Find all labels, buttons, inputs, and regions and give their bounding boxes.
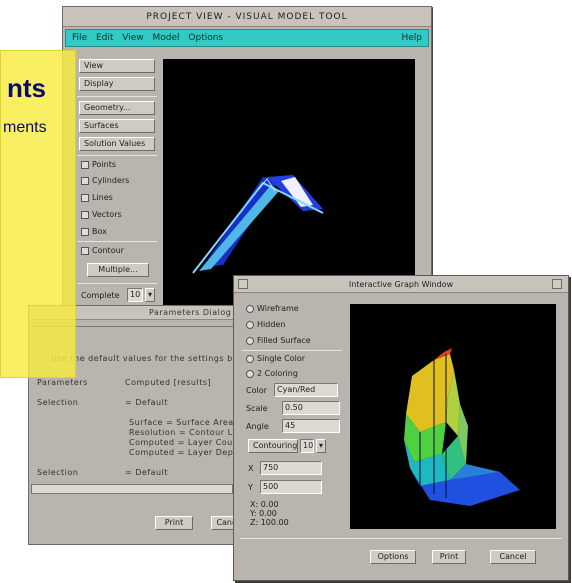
main-window-title: PROJECT VIEW - VISUAL MODEL TOOL — [63, 7, 431, 27]
render-viewport[interactable] — [163, 59, 415, 305]
menu-help[interactable]: Help — [401, 30, 422, 46]
contouring-field[interactable]: 10 — [300, 439, 314, 453]
separator — [77, 241, 157, 242]
complete-spinner-button[interactable]: ▾ — [145, 288, 155, 302]
separator — [77, 155, 157, 156]
row-label: Selection — [37, 398, 79, 407]
option-points[interactable]: Points — [81, 159, 116, 171]
option-cylinders[interactable]: Cylinders — [81, 175, 129, 187]
coord-z: Z: 100.00 — [250, 518, 289, 527]
graph-window-title: Interactive Graph Window — [234, 276, 568, 293]
multiple-button[interactable]: Multiple... — [87, 263, 149, 277]
radio-filled-surface[interactable]: Filled Surface — [246, 336, 311, 345]
option-lines[interactable]: Lines — [81, 192, 113, 204]
callout-subtitle: ments — [3, 119, 47, 136]
separator — [77, 283, 157, 284]
menu-options[interactable]: Options — [188, 30, 223, 46]
row-value: Surface = Surface Area — [129, 418, 234, 427]
horizontal-scrollbar[interactable] — [31, 484, 233, 494]
option-vectors[interactable]: Vectors — [81, 209, 122, 221]
row-value: Computed = Layer Depth — [129, 448, 243, 457]
main-window: PROJECT VIEW - VISUAL MODEL TOOL File Ed… — [62, 6, 432, 306]
row-value: = Default — [125, 468, 168, 477]
coord-x: X: 0.00 — [250, 500, 279, 509]
display-button[interactable]: Display — [79, 77, 155, 91]
radio-2-coloring[interactable]: 2 Coloring — [246, 369, 298, 378]
y-label: Y — [248, 483, 253, 492]
graph-window: Interactive Graph Window Wireframe Hidde… — [233, 275, 569, 581]
y-field[interactable]: 500 — [260, 480, 322, 494]
angle-label: Angle — [246, 422, 269, 431]
color-select[interactable]: Cyan/Red — [274, 383, 338, 397]
solution-values-button[interactable]: Solution Values — [79, 137, 155, 151]
color-label: Color — [246, 386, 267, 395]
x-label: X — [248, 464, 254, 473]
option-contour[interactable]: Contour — [81, 245, 124, 257]
menu-edit[interactable]: Edit — [96, 30, 113, 46]
surface-plot-viewport[interactable] — [350, 304, 556, 529]
wireframe-graphic — [192, 175, 324, 274]
menu-model[interactable]: Model — [152, 30, 179, 46]
print-button[interactable]: Print — [155, 516, 193, 530]
contouring-spinner-button[interactable]: ▾ — [316, 439, 326, 453]
row-value: = Default — [125, 398, 168, 407]
surface-plot-graphic — [404, 348, 520, 506]
menu-file[interactable]: File — [72, 30, 87, 46]
print-button[interactable]: Print — [432, 550, 466, 564]
option-box[interactable]: Box — [81, 226, 107, 238]
surfaces-button[interactable]: Surfaces — [79, 119, 155, 133]
angle-field[interactable]: 45 — [282, 419, 340, 433]
options-button[interactable]: Options — [370, 550, 416, 564]
scale-field[interactable]: 0.50 — [282, 401, 340, 415]
view-button[interactable]: View — [79, 59, 155, 73]
row-value: Computed [results] — [125, 378, 212, 387]
radio-hidden[interactable]: Hidden — [246, 320, 285, 329]
contouring-button[interactable]: Contouring — [248, 439, 298, 453]
scale-label: Scale — [246, 404, 268, 413]
row-label: Selection — [37, 468, 79, 477]
x-field[interactable]: 750 — [260, 461, 322, 475]
window-maximize-icon[interactable] — [552, 279, 562, 289]
cancel-button[interactable]: Cancel — [490, 550, 536, 564]
geometry-button[interactable]: Geometry... — [79, 101, 155, 115]
menubar: File Edit View Model Options Help — [65, 29, 429, 47]
separator — [240, 538, 562, 539]
coord-y: Y: 0.00 — [250, 509, 277, 518]
complete-label: Complete — [81, 291, 120, 300]
coordinate-readout: X: 0.00 Y: 0.00 Z: 100.00 — [250, 500, 289, 527]
radio-single-color[interactable]: Single Color — [246, 354, 305, 363]
row-label: Parameters — [37, 378, 88, 387]
complete-field[interactable]: 10 — [127, 288, 143, 302]
dialog-title: Parameters Dialog — [149, 308, 232, 317]
separator — [77, 96, 157, 97]
dialog-header-line: Use the default values for the settings … — [51, 354, 254, 363]
row-value: Computed = Layer Count — [129, 438, 242, 447]
window-menu-icon[interactable] — [238, 279, 248, 289]
radio-wireframe[interactable]: Wireframe — [246, 304, 299, 313]
separator — [242, 350, 342, 351]
menu-view[interactable]: View — [122, 30, 143, 46]
callout-title: nts — [7, 73, 46, 103]
highlight-callout: nts ments — [0, 50, 76, 378]
